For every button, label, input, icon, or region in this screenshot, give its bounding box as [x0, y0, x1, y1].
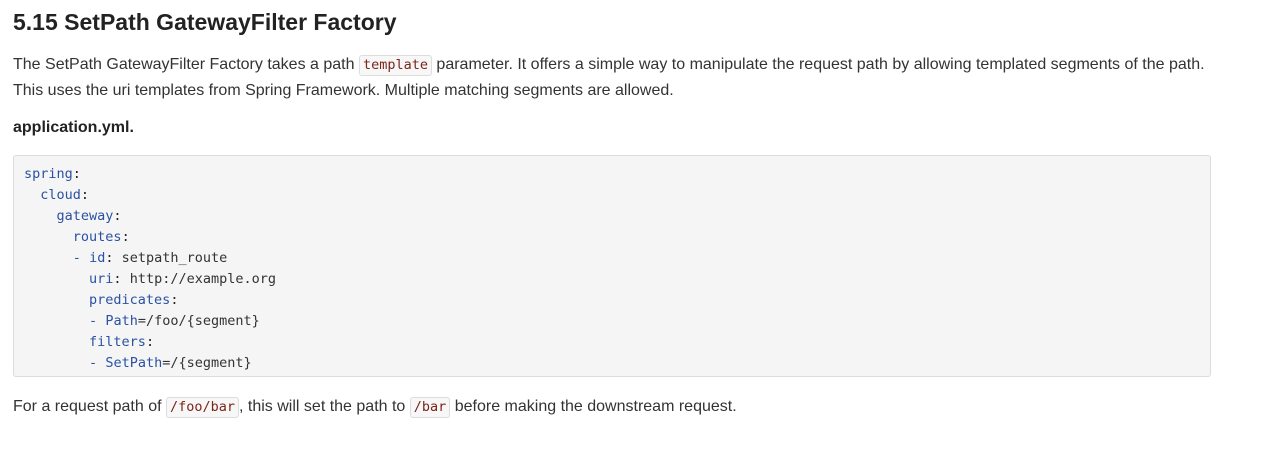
code-line: filters: [89, 334, 155, 350]
code-line: cloud: [40, 187, 90, 203]
code-line: predicates: [89, 292, 179, 308]
intro-text-1: The SetPath GatewayFilter Factory takes … [13, 56, 359, 73]
intro-text-2: parameter. It offers a simple way to man… [431, 56, 1205, 73]
code-block-title: application.yml. [13, 119, 134, 136]
document-page: 5.15 SetPath GatewayFilter Factory The S… [13, 0, 1213, 420]
inline-code-foo-bar: /foo/bar [165, 397, 240, 418]
code-line: gateway: [56, 208, 122, 224]
intro-paragraph: The SetPath GatewayFilter Factory takes … [13, 52, 1213, 103]
code-line: - Path=/foo/{segment} [89, 313, 260, 329]
intro-text-3: This uses the uri templates from Spring … [13, 82, 674, 99]
yaml-code-block: spring: cloud: gateway: routes: - id: se… [13, 155, 1211, 377]
code-line: routes: [72, 229, 130, 245]
closing-text-1: For a request path of [13, 398, 166, 415]
inline-code-bar: /bar [409, 397, 451, 418]
section-heading: 5.15 SetPath GatewayFilter Factory [13, 9, 397, 35]
code-line: - id: setpath_route [72, 250, 228, 266]
closing-text-2: , this will set the path to [239, 398, 410, 415]
closing-text-3: before making the downstream request. [450, 398, 737, 415]
code-line: spring: [24, 166, 81, 182]
inline-code-template: template [358, 55, 432, 76]
code-line: uri: http://example.org [89, 271, 276, 287]
closing-paragraph: For a request path of /foo/bar, this wil… [13, 394, 1213, 420]
code-line: - SetPath=/{segment} [89, 355, 252, 371]
